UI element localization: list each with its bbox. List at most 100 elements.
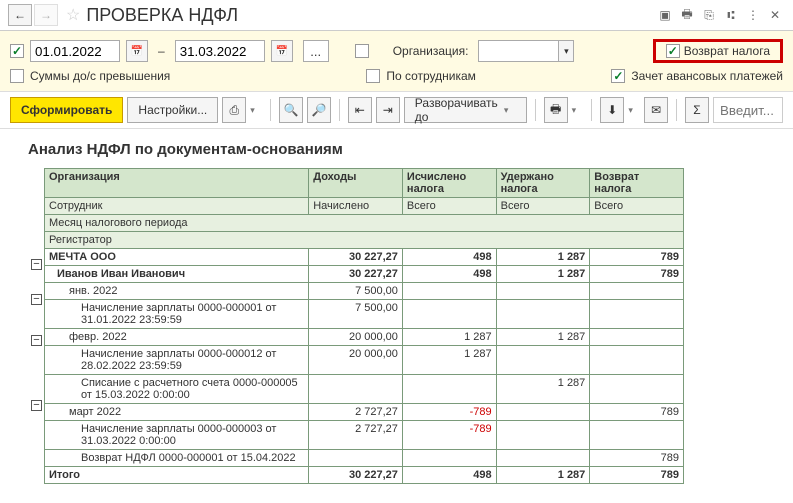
close-icon[interactable]: ✕: [765, 5, 785, 25]
calendar-from-icon[interactable]: 📅: [126, 40, 148, 62]
dash: –: [158, 44, 165, 58]
tree-column: − − − −: [16, 168, 44, 484]
sum-icon[interactable]: Σ: [685, 97, 709, 123]
link-icon[interactable]: ⑆: [721, 5, 741, 25]
save-dd-icon[interactable]: ▾: [628, 105, 640, 116]
cell-return: 789: [590, 249, 684, 266]
table-row: февр. 202220 000,001 2871 287: [45, 329, 684, 346]
total-label: Итого: [45, 467, 309, 484]
print-icon[interactable]: 🖶: [677, 5, 697, 25]
cell-income: 30 227,27: [309, 249, 403, 266]
cell-held: [496, 450, 590, 467]
total-c2: 498: [402, 467, 496, 484]
cell-calc: -789: [402, 404, 496, 421]
report-area: Анализ НДФЛ по документам-основаниям − −…: [0, 129, 793, 492]
cell-income: [309, 450, 403, 467]
cell-name: Начисление зарплаты 0000-000003 от 31.03…: [45, 421, 309, 450]
org-checkbox[interactable]: [355, 44, 369, 58]
cell-income: 2 727,27: [309, 421, 403, 450]
settings-save-icon[interactable]: ⎙: [222, 97, 246, 123]
dropdown-icon[interactable]: ▾: [558, 40, 574, 62]
cell-return: 789: [590, 266, 684, 283]
cell-calc: [402, 283, 496, 300]
cell-income: [309, 375, 403, 404]
expand-box[interactable]: −: [31, 335, 42, 346]
th-t1: Всего: [402, 198, 496, 215]
return-tax-checkbox[interactable]: [666, 44, 680, 58]
favorite-icon[interactable]: ☆: [66, 5, 80, 25]
th-t3: Всего: [590, 198, 684, 215]
export-icon[interactable]: ⎘: [699, 5, 719, 25]
expand-box[interactable]: −: [31, 294, 42, 305]
cell-held: 1 287: [496, 375, 590, 404]
form-button[interactable]: Сформировать: [10, 97, 123, 123]
cell-income: 2 727,27: [309, 404, 403, 421]
period-more-button[interactable]: ...: [303, 40, 329, 62]
cell-income: 7 500,00: [309, 283, 403, 300]
mail-icon[interactable]: ✉: [644, 97, 668, 123]
print-button-icon[interactable]: 🖶: [544, 97, 568, 123]
date-to-input[interactable]: [175, 40, 265, 62]
titlebar: ← → ☆ ПРОВЕРКА НДФЛ ▣ 🖶 ⎘ ⑆ ⋮ ✕: [0, 0, 793, 31]
table-row: Начисление зарплаты 0000-000001 от 31.01…: [45, 300, 684, 329]
toolbar: Сформировать Настройки... ⎙ ▾ 🔍 🔎 ⇤ ⇥ Ра…: [0, 92, 793, 129]
cell-name: февр. 2022: [45, 329, 309, 346]
th-reg: Регистратор: [45, 232, 684, 249]
cell-held: 1 287: [496, 329, 590, 346]
cell-return: 789: [590, 404, 684, 421]
cell-calc: 498: [402, 249, 496, 266]
table-row: март 20222 727,27-789789: [45, 404, 684, 421]
cell-held: 1 287: [496, 266, 590, 283]
cell-return: [590, 283, 684, 300]
expand-box[interactable]: −: [31, 259, 42, 270]
th-accr: Начислено: [309, 198, 403, 215]
sums-checkbox[interactable]: [10, 69, 24, 83]
org-dropdown[interactable]: ▾: [478, 40, 574, 62]
back-button[interactable]: ←: [8, 4, 32, 26]
cell-held: 1 287: [496, 249, 590, 266]
cell-return: 789: [590, 450, 684, 467]
advance-label: Зачет авансовых платежей: [631, 69, 783, 83]
date-from-input[interactable]: [30, 40, 120, 62]
expand-box[interactable]: −: [31, 400, 42, 411]
collapse-icon[interactable]: ⇤: [348, 97, 372, 123]
expand-icon[interactable]: ⇥: [376, 97, 400, 123]
print-dd-icon[interactable]: ▾: [572, 105, 584, 116]
table-row: МЕЧТА ООО30 227,274981 287789: [45, 249, 684, 266]
settings-button[interactable]: Настройки...: [127, 97, 218, 123]
more-vert-icon[interactable]: ⋮: [743, 5, 763, 25]
filter-icon[interactable]: 🔎: [307, 97, 331, 123]
period-checkbox[interactable]: [10, 44, 24, 58]
cell-return: [590, 329, 684, 346]
cell-calc: [402, 375, 496, 404]
calendar-to-icon[interactable]: 📅: [271, 40, 293, 62]
th-calc: Исчислено налога: [402, 169, 496, 198]
cell-name: янв. 2022: [45, 283, 309, 300]
find-input[interactable]: [713, 97, 783, 123]
cell-name: Начисление зарплаты 0000-000001 от 31.01…: [45, 300, 309, 329]
advance-checkbox[interactable]: [611, 69, 625, 83]
by-emp-checkbox[interactable]: [366, 69, 380, 83]
th-t2: Всего: [496, 198, 590, 215]
cell-return: [590, 421, 684, 450]
cell-held: [496, 421, 590, 450]
return-tax-label: Возврат налога: [684, 44, 770, 58]
total-c3: 1 287: [496, 467, 590, 484]
cell-name: Возврат НДФЛ 0000-000001 от 15.04.2022: [45, 450, 309, 467]
cell-income: 7 500,00: [309, 300, 403, 329]
cell-calc: [402, 300, 496, 329]
search-icon[interactable]: 🔍: [279, 97, 303, 123]
cell-calc: 498: [402, 266, 496, 283]
settings-dd-icon[interactable]: ▾: [250, 105, 262, 116]
table-row: янв. 20227 500,00: [45, 283, 684, 300]
cell-income: 20 000,00: [309, 329, 403, 346]
save-icon[interactable]: ▣: [655, 5, 675, 25]
org-input[interactable]: [478, 40, 558, 62]
sums-label: Суммы до/с превышения: [30, 69, 170, 83]
table-row: Начисление зарплаты 0000-000003 от 31.03…: [45, 421, 684, 450]
th-income: Доходы: [309, 169, 403, 198]
save-as-icon[interactable]: ⬇: [600, 97, 624, 123]
expand-to-button[interactable]: Разворачивать до▾: [404, 97, 527, 123]
forward-button[interactable]: →: [34, 4, 58, 26]
report-table: Организация Доходы Исчислено налога Удер…: [44, 168, 684, 484]
